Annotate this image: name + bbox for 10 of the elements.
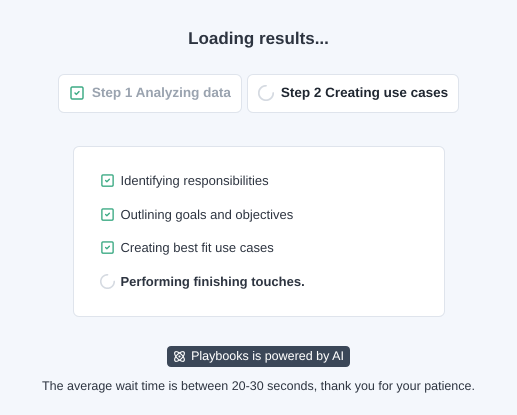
task-label: Creating best fit use cases xyxy=(120,239,274,257)
page-title: Loading results... xyxy=(188,28,329,50)
task-label: Identifying responsibilities xyxy=(120,172,269,190)
task-label: Performing finishing touches. xyxy=(120,272,305,291)
atom-icon xyxy=(173,350,186,362)
badge-text: Playbooks is powered by AI xyxy=(191,348,344,365)
step-label: Step 2 Creating use cases xyxy=(280,84,448,102)
wait-time-note: The average wait time is between 20-30 seconds, thank you for your patience. xyxy=(42,378,475,395)
task-label: Outlining goals and objectives xyxy=(120,206,294,224)
step-label: Step 1 Analyzing data xyxy=(92,84,231,102)
